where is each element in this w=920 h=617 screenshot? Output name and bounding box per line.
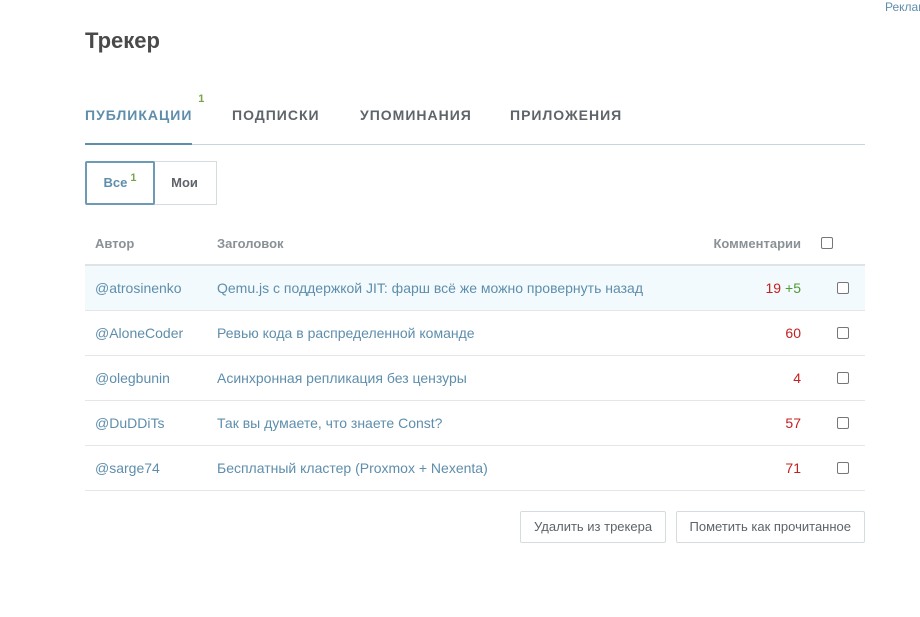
select-cell xyxy=(821,310,865,356)
post-title-link[interactable]: Ревью кода в распределенной команде xyxy=(217,325,475,341)
row-checkbox[interactable] xyxy=(837,282,849,295)
title-cell: Ревью кода в распределенной команде xyxy=(217,310,661,356)
table-row: @AloneCoder Ревью кода в распределенной … xyxy=(85,310,865,356)
select-all-checkbox[interactable] xyxy=(821,237,833,250)
page-title: Трекер xyxy=(85,28,160,53)
post-title-link[interactable]: Так вы думаете, что знаете Const? xyxy=(217,415,442,431)
column-header-select-all xyxy=(821,222,865,266)
tab-label: Подписки xyxy=(232,107,320,123)
tab-mentions[interactable]: Упоминания xyxy=(360,107,472,123)
post-title-link[interactable]: Бесплатный кластер (Proxmox + Nexenta) xyxy=(217,460,488,476)
tab-label: Упоминания xyxy=(360,107,472,123)
filter-label: Мои xyxy=(171,175,198,190)
tab-subscriptions[interactable]: Подписки xyxy=(232,107,320,123)
author-link[interactable]: @atrosinenko xyxy=(95,280,182,296)
tab-label: Публикации xyxy=(85,107,193,123)
mark-as-read-button[interactable]: Пометить как прочитанное xyxy=(675,511,865,543)
table-row: @atrosinenko Qemu.js с поддержкой JIT: ф… xyxy=(85,265,865,311)
comments-count[interactable]: 60 xyxy=(785,325,801,341)
comments-cell: 71 xyxy=(661,445,821,491)
comments-cell: 60 xyxy=(661,310,821,356)
tracker-tabs: Публикации 1 Подписки Упоминания Приложе… xyxy=(85,90,865,145)
title-cell: Асинхронная репликация без цензуры xyxy=(217,355,661,401)
tab-applications[interactable]: Приложения xyxy=(510,107,622,123)
select-cell xyxy=(821,265,865,311)
new-comments-count[interactable]: +5 xyxy=(785,280,801,296)
remove-from-tracker-button[interactable]: Удалить из трекера xyxy=(520,511,667,543)
post-title-link[interactable]: Qemu.js с поддержкой JIT: фарш всё же мо… xyxy=(217,280,643,296)
title-cell: Так вы думаете, что знаете Const? xyxy=(217,400,661,446)
column-header-comments: Комментарии xyxy=(661,222,821,266)
filter-mine-button[interactable]: Мои xyxy=(153,161,217,205)
table-row: @olegbunin Асинхронная репликация без це… xyxy=(85,355,865,401)
author-cell: @sarge74 xyxy=(85,445,217,491)
row-checkbox[interactable] xyxy=(837,462,849,475)
author-link[interactable]: @AloneCoder xyxy=(95,325,183,341)
post-title-link[interactable]: Асинхронная репликация без цензуры xyxy=(217,370,467,386)
column-header-title: Заголовок xyxy=(217,222,661,266)
select-cell xyxy=(821,355,865,401)
comments-count[interactable]: 19 xyxy=(765,280,781,296)
tab-label: Приложения xyxy=(510,107,623,123)
author-cell: @AloneCoder xyxy=(85,310,217,356)
row-checkbox[interactable] xyxy=(837,372,849,385)
tracker-table: Автор Заголовок Комментарии @atrosinenko… xyxy=(85,222,865,491)
title-cell: Бесплатный кластер (Proxmox + Nexenta) xyxy=(217,445,661,491)
comments-count[interactable]: 71 xyxy=(785,460,801,476)
select-cell xyxy=(821,445,865,491)
filter-all-button[interactable]: Все 1 xyxy=(85,161,155,205)
author-link[interactable]: @olegbunin xyxy=(95,370,170,386)
row-checkbox[interactable] xyxy=(837,417,849,430)
author-cell: @olegbunin xyxy=(85,355,217,401)
author-link[interactable]: @DuDDiTs xyxy=(95,415,164,431)
column-header-author: Автор xyxy=(85,222,217,266)
comments-cell: 4 xyxy=(661,355,821,401)
filter-label: Все xyxy=(103,175,128,190)
author-cell: @DuDDiTs xyxy=(85,400,217,446)
select-cell xyxy=(821,400,865,446)
table-row: @DuDDiTs Так вы думаете, что знаете Cons… xyxy=(85,400,865,446)
comments-cell: 57 xyxy=(661,400,821,446)
author-cell: @atrosinenko xyxy=(85,265,217,311)
title-cell: Qemu.js с поддержкой JIT: фарш всё же мо… xyxy=(217,265,661,311)
bulk-actions: Удалить из трекера Пометить как прочитан… xyxy=(515,511,865,543)
tab-publications[interactable]: Публикации 1 xyxy=(85,93,204,145)
tab-counter: 1 xyxy=(198,93,205,105)
table-header-row: Автор Заголовок Комментарии xyxy=(85,222,865,266)
row-checkbox[interactable] xyxy=(837,327,849,340)
author-link[interactable]: @sarge74 xyxy=(95,460,160,476)
comments-count[interactable]: 4 xyxy=(793,370,801,386)
filter-counter: 1 xyxy=(130,172,137,184)
comments-cell: 19 +5 xyxy=(661,265,821,311)
ad-link[interactable]: Реклама xyxy=(885,0,920,14)
comments-count[interactable]: 57 xyxy=(785,415,801,431)
table-row: @sarge74 Бесплатный кластер (Proxmox + N… xyxy=(85,445,865,491)
